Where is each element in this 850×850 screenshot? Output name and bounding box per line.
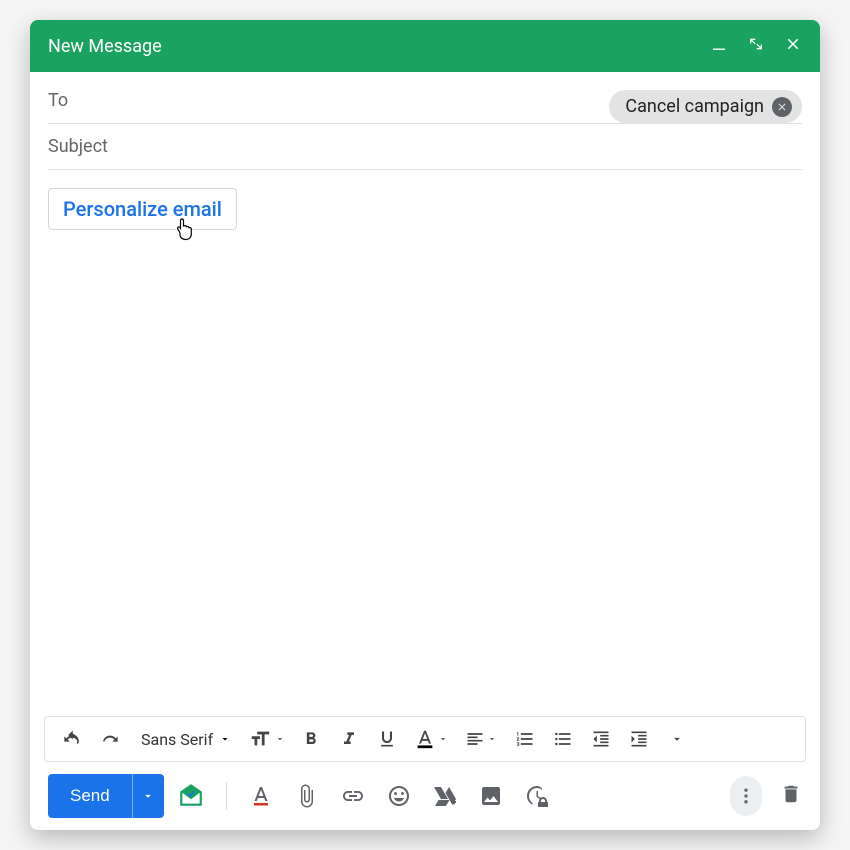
font-size-icon [249, 728, 271, 750]
discard-draft-button[interactable] [780, 783, 802, 809]
font-size-button[interactable] [243, 721, 291, 757]
link-icon [341, 784, 365, 808]
chevron-down-icon [670, 732, 684, 746]
underline-button[interactable] [369, 721, 405, 757]
redo-button[interactable] [93, 721, 129, 757]
text-color-icon [414, 728, 436, 750]
close-button[interactable] [784, 35, 802, 57]
indent-increase-icon [629, 729, 649, 749]
lock-clock-icon [525, 784, 549, 808]
right-actions [730, 776, 802, 816]
numbered-list-button[interactable] [507, 721, 543, 757]
bottom-toolbar: Send [30, 762, 820, 830]
undo-button[interactable] [55, 721, 91, 757]
message-body[interactable]: Personalize email [30, 170, 820, 716]
redo-icon [101, 729, 121, 749]
align-button[interactable] [457, 721, 505, 757]
window-controls [710, 35, 802, 57]
chevron-down-icon [141, 789, 155, 803]
confidential-mode-button[interactable] [525, 784, 549, 808]
to-field-row[interactable]: To Cancel campaign [48, 78, 802, 124]
text-color-button[interactable] [407, 721, 455, 757]
cancel-campaign-chip[interactable]: Cancel campaign [609, 90, 802, 123]
image-icon [479, 784, 503, 808]
bulleted-list-button[interactable] [545, 721, 581, 757]
compose-window: New Message To Cancel campaign Subje [30, 20, 820, 830]
to-label: To [48, 78, 68, 123]
bold-icon [301, 729, 321, 749]
separator [226, 782, 227, 810]
expand-icon [748, 36, 764, 52]
expand-button[interactable] [748, 36, 764, 56]
minimize-icon [710, 35, 728, 53]
subject-field-row[interactable]: Subject [48, 124, 802, 170]
titlebar: New Message [30, 20, 820, 72]
chip-remove-button[interactable] [772, 97, 792, 117]
align-left-icon [465, 729, 485, 749]
envelope-open-icon [178, 783, 204, 809]
formatting-toolbar: Sans Serif [44, 716, 806, 762]
personalize-email-button[interactable]: Personalize email [48, 188, 237, 230]
close-icon [784, 35, 802, 53]
bold-button[interactable] [293, 721, 329, 757]
drive-icon [433, 784, 457, 808]
subject-label: Subject [48, 124, 108, 169]
trash-icon [780, 783, 802, 805]
font-name-label: Sans Serif [141, 730, 213, 749]
paperclip-icon [295, 784, 319, 808]
insert-drive-button[interactable] [433, 784, 457, 808]
send-button-group: Send [48, 774, 164, 818]
text-format-icon [249, 784, 273, 808]
more-vertical-icon [736, 786, 756, 806]
close-icon [776, 101, 788, 113]
font-family-selector[interactable]: Sans Serif [131, 730, 241, 749]
attach-file-button[interactable] [295, 784, 319, 808]
chevron-down-icon [275, 734, 285, 744]
header-fields: To Cancel campaign Subject [30, 72, 820, 170]
undo-icon [63, 729, 83, 749]
more-formatting-button[interactable] [659, 721, 695, 757]
minimize-button[interactable] [710, 35, 728, 57]
window-title: New Message [48, 36, 710, 57]
numbered-list-icon [515, 729, 535, 749]
chevron-down-icon [438, 734, 448, 744]
bulleted-list-icon [553, 729, 573, 749]
insert-image-button[interactable] [479, 784, 503, 808]
chip-label: Cancel campaign [625, 96, 764, 117]
insert-link-button[interactable] [341, 784, 365, 808]
italic-button[interactable] [331, 721, 367, 757]
emoji-icon [387, 784, 411, 808]
indent-decrease-icon [591, 729, 611, 749]
indent-increase-button[interactable] [621, 721, 657, 757]
chevron-down-icon [219, 733, 231, 745]
send-button[interactable]: Send [48, 774, 132, 818]
chevron-down-icon [487, 734, 497, 744]
mail-tracking-button[interactable] [178, 783, 204, 809]
bottom-icon-row [178, 782, 716, 810]
underline-icon [377, 729, 397, 749]
indent-decrease-button[interactable] [583, 721, 619, 757]
italic-icon [339, 729, 359, 749]
insert-emoji-button[interactable] [387, 784, 411, 808]
send-options-button[interactable] [132, 774, 164, 818]
text-format-button[interactable] [249, 784, 273, 808]
more-options-button[interactable] [730, 776, 762, 816]
